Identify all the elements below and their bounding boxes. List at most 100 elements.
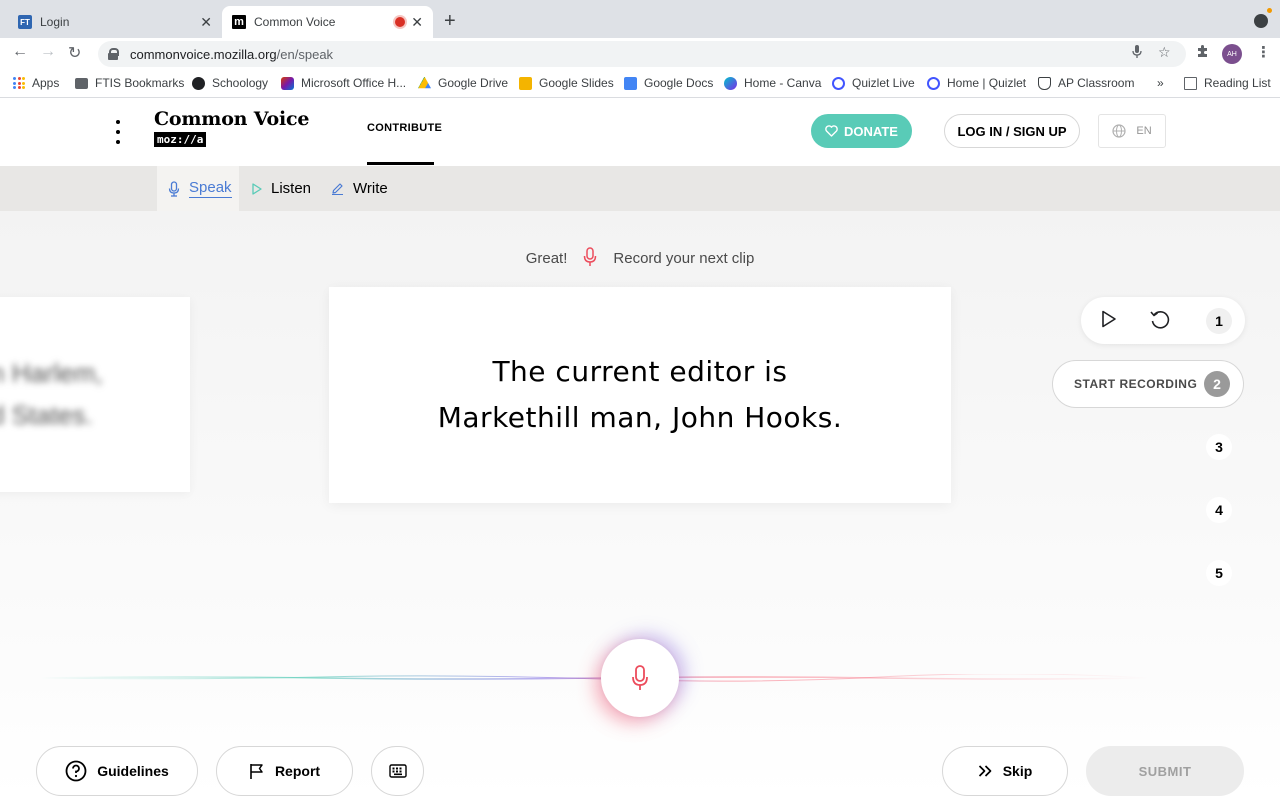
url-input[interactable]: commonvoice.mozilla.org/en/speak ☆ [98,41,1186,67]
skip-button[interactable]: Skip [942,746,1068,796]
lock-icon [108,48,119,60]
guidelines-button[interactable]: Guidelines [36,746,198,796]
tab-login[interactable]: FT Login ✕ [8,6,222,38]
speak-main: Great! Record your next clip n Harlem, d … [0,211,1280,800]
slides-icon [519,76,532,90]
reading-list-label: Reading List [1204,76,1271,90]
bookmark-label: Google Slides [539,76,614,90]
bookmark-slides[interactable]: Google Slides [519,76,614,90]
microphone-icon[interactable] [1132,45,1142,62]
rerecord-icon[interactable] [1149,309,1171,336]
bookmark-ftis[interactable]: FTIS Bookmarks [75,76,184,90]
clip-number-4: 4 [1206,497,1232,523]
tab-search-icon[interactable] [1254,8,1272,28]
report-label: Report [274,763,321,779]
bookmark-label: Google Docs [644,76,714,90]
bookmark-docs[interactable]: Google Docs [624,76,713,90]
tab-close-icon[interactable]: ✕ [200,14,212,31]
donate-button[interactable]: DONATE [811,114,912,148]
previous-sentence-text: n Harlem, d States. [0,352,103,436]
tab-write[interactable]: Write [331,166,388,211]
globe-icon [1112,124,1126,138]
new-tab-button[interactable]: + [444,10,456,33]
tab-close-icon[interactable]: ✕ [411,14,423,31]
prompt-great: Great! [525,249,568,267]
clip-number-5: 5 [1206,560,1232,586]
contribute-subnav: Speak Listen Write [0,166,1280,211]
clip-number-2: 2 [1204,371,1230,397]
ap-icon [1038,76,1051,90]
bookmark-drive[interactable]: Google Drive [418,76,508,90]
office-icon [281,76,294,90]
audio-waveform [40,674,1150,682]
browser-menu-icon[interactable]: ⋮ [1256,43,1271,61]
record-button[interactable] [601,639,679,717]
bookmark-apps[interactable]: Apps [13,76,59,90]
tab-speak-label: Speak [189,179,232,198]
menu-kebab-icon[interactable] [111,120,125,144]
bookmarks-bar: Apps FTIS Bookmarks Schoology Microsoft … [0,70,1280,98]
tab-title: Login [40,15,70,29]
profile-avatar[interactable]: AH [1222,44,1242,64]
previous-sentence-line: d States. [0,400,93,430]
reading-list-button[interactable]: Reading List [1184,76,1271,90]
tab-title: Common Voice [254,15,336,29]
bookmark-ap-classroom[interactable]: AP Classroom [1038,76,1134,90]
pencil-icon [332,183,343,195]
start-recording-label: START RECORDING [1074,377,1198,391]
submit-button[interactable]: SUBMIT [1086,746,1244,796]
reading-list-icon [1184,76,1197,90]
nav-active-indicator [367,162,434,165]
tab-listen[interactable]: Listen [252,166,311,211]
canva-icon [724,76,737,90]
microphone-icon [583,247,597,271]
bookmark-label: Quizlet Live [852,76,915,90]
language-selector[interactable]: EN [1098,114,1166,148]
recording-indicator-icon [395,17,405,27]
clip-number-3: 3 [1206,434,1232,460]
report-button[interactable]: Report [216,746,353,796]
language-label: EN [1136,125,1152,137]
bookmarks-overflow-button[interactable]: » [1157,76,1164,90]
tab-speak[interactable]: Speak [157,166,239,211]
site-header: Common Voice moz://a CONTRIBUTE DONATE L… [0,98,1280,166]
previous-sentence-line: n Harlem, [0,358,103,388]
login-signup-button[interactable]: LOG IN / SIGN UP [944,114,1080,148]
bookmark-label: AP Classroom [1058,76,1135,90]
forward-icon[interactable]: → [40,43,56,61]
nav-contribute[interactable]: CONTRIBUTE [367,122,442,134]
mozilla-favicon: m [232,15,246,29]
help-icon [65,760,87,782]
bookmark-quizlet-live[interactable]: Quizlet Live [832,76,915,90]
tab-listen-label: Listen [271,180,312,197]
address-bar-row: ← → ↻ commonvoice.mozilla.org/en/speak ☆… [0,38,1280,70]
bookmark-label: Apps [32,76,60,90]
bookmark-canva[interactable]: Home - Canva [724,76,821,90]
apps-grid-icon [13,77,25,89]
browser-tab-strip: FT Login ✕ m Common Voice ✕ + [0,0,1280,38]
logo-title[interactable]: Common Voice [154,108,309,130]
bookmark-schoology[interactable]: Schoology [192,76,268,90]
back-icon[interactable]: ← [12,43,28,61]
keyboard-icon [388,764,407,778]
skip-label: Skip [1002,763,1033,779]
extensions-icon[interactable] [1196,44,1210,62]
keyboard-shortcuts-button[interactable] [371,746,424,796]
mozilla-logo[interactable]: moz://a [154,132,207,147]
folder-icon [75,77,88,89]
prompt-next-clip: Record your next clip [613,249,755,267]
ftis-favicon: FT [18,15,32,29]
schoology-icon [192,76,205,90]
heart-icon [825,125,838,137]
reload-icon[interactable]: ↻ [68,43,81,63]
bookmark-office[interactable]: Microsoft Office H... [281,76,406,90]
quizlet-icon [832,76,845,90]
quizlet-icon [927,76,940,90]
guidelines-label: Guidelines [97,763,169,779]
bookmark-quizlet-home[interactable]: Home | Quizlet [927,76,1026,90]
tab-common-voice[interactable]: m Common Voice ✕ [222,6,433,38]
play-clip-icon[interactable] [1101,310,1117,333]
url-host: commonvoice.mozilla.org [130,46,277,62]
previous-sentence-card: n Harlem, d States. [0,297,190,492]
bookmark-star-icon[interactable]: ☆ [1158,44,1171,61]
